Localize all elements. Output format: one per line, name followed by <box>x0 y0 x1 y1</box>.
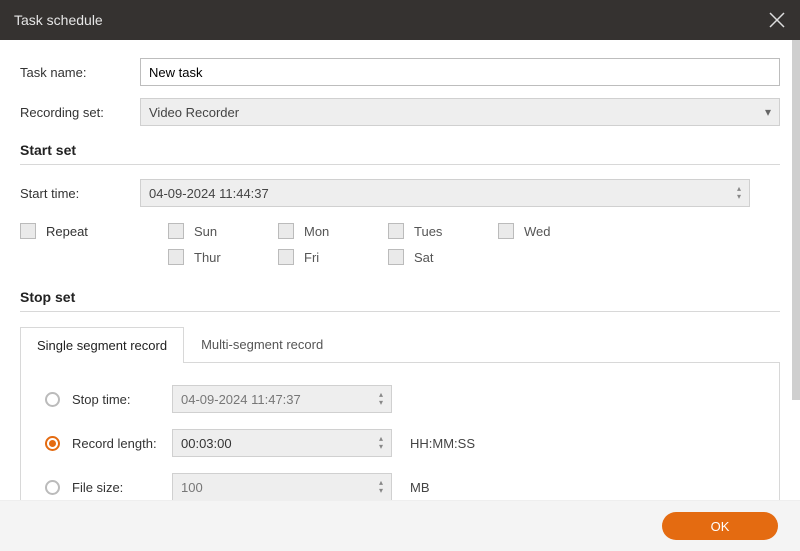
record-length-value: 00:03:00 <box>181 436 232 451</box>
task-name-row: Task name: <box>20 58 780 86</box>
recording-set-row: Recording set: Video Recorder ▾ <box>20 98 780 126</box>
checkbox-fri[interactable] <box>278 249 294 265</box>
repeat-checkbox[interactable] <box>20 223 36 239</box>
start-time-label: Start time: <box>20 186 140 201</box>
record-length-option: Record length: 00:03:00 ▴▾ HH:MM:SS <box>45 429 755 457</box>
title-bar: Task schedule <box>0 0 800 40</box>
spinner-arrows-icon[interactable]: ▴▾ <box>379 435 383 451</box>
tab-body: Stop time: 04-09-2024 11:47:37 ▴▾ Record… <box>20 363 780 500</box>
checkbox-thur[interactable] <box>168 249 184 265</box>
day-sat[interactable]: Sat <box>388 249 498 265</box>
day-wed[interactable]: Wed <box>498 223 608 239</box>
chevron-down-icon: ▾ <box>765 105 771 119</box>
divider <box>20 164 780 165</box>
radio-stop-time[interactable] <box>45 392 60 407</box>
file-size-option: File size: 100 ▴▾ MB <box>45 473 755 500</box>
stop-time-label: Stop time: <box>72 392 172 407</box>
repeat-toggle[interactable]: Repeat <box>20 223 168 239</box>
recording-set-select[interactable]: Video Recorder ▾ <box>140 98 780 126</box>
radio-file-size[interactable] <box>45 480 60 495</box>
task-name-label: Task name: <box>20 65 140 80</box>
day-fri[interactable]: Fri <box>278 249 388 265</box>
stop-tabs: Single segment record Multi-segment reco… <box>20 326 780 363</box>
radio-record-length[interactable] <box>45 436 60 451</box>
stop-set-heading: Stop set <box>20 289 780 305</box>
divider <box>20 311 780 312</box>
checkbox-mon[interactable] <box>278 223 294 239</box>
spinner-arrows-icon[interactable]: ▴▾ <box>737 185 741 201</box>
checkbox-wed[interactable] <box>498 223 514 239</box>
checkbox-sun[interactable] <box>168 223 184 239</box>
spinner-arrows-icon[interactable]: ▴▾ <box>379 391 383 407</box>
file-size-label: File size: <box>72 480 172 495</box>
recording-set-value: Video Recorder <box>149 105 239 120</box>
close-icon[interactable] <box>768 11 786 29</box>
stop-time-option: Stop time: 04-09-2024 11:47:37 ▴▾ <box>45 385 755 413</box>
window-title: Task schedule <box>14 12 103 28</box>
unit-hhmmss: HH:MM:SS <box>410 436 475 451</box>
checkbox-sat[interactable] <box>388 249 404 265</box>
start-time-row: Start time: 04-09-2024 11:44:37 ▴▾ <box>20 179 780 207</box>
checkbox-tues[interactable] <box>388 223 404 239</box>
ok-button[interactable]: OK <box>662 512 778 540</box>
stop-time-value: 04-09-2024 11:47:37 <box>181 392 301 407</box>
tab-single-segment[interactable]: Single segment record <box>20 327 184 363</box>
file-size-value: 100 <box>181 480 203 495</box>
file-size-input[interactable]: 100 ▴▾ <box>172 473 392 500</box>
task-name-input[interactable] <box>140 58 780 86</box>
day-sun[interactable]: Sun <box>168 223 278 239</box>
content-area: Task name: Recording set: Video Recorder… <box>0 40 800 500</box>
tab-multi-segment[interactable]: Multi-segment record <box>184 326 340 362</box>
start-set-heading: Start set <box>20 142 780 158</box>
day-mon[interactable]: Mon <box>278 223 388 239</box>
start-time-value: 04-09-2024 11:44:37 <box>149 186 269 201</box>
repeat-row: Repeat Sun Mon Tues Wed Thur Fri Sat <box>20 223 780 265</box>
days-grid: Sun Mon Tues Wed Thur Fri Sat <box>168 223 608 265</box>
stop-time-input[interactable]: 04-09-2024 11:47:37 ▴▾ <box>172 385 392 413</box>
spinner-arrows-icon[interactable]: ▴▾ <box>379 479 383 495</box>
footer-bar: OK <box>0 500 800 551</box>
start-time-input[interactable]: 04-09-2024 11:44:37 ▴▾ <box>140 179 750 207</box>
recording-set-label: Recording set: <box>20 105 140 120</box>
record-length-label: Record length: <box>72 436 172 451</box>
unit-mb: MB <box>410 480 430 495</box>
repeat-label: Repeat <box>46 224 88 239</box>
day-thur[interactable]: Thur <box>168 249 278 265</box>
record-length-input[interactable]: 00:03:00 ▴▾ <box>172 429 392 457</box>
day-tues[interactable]: Tues <box>388 223 498 239</box>
